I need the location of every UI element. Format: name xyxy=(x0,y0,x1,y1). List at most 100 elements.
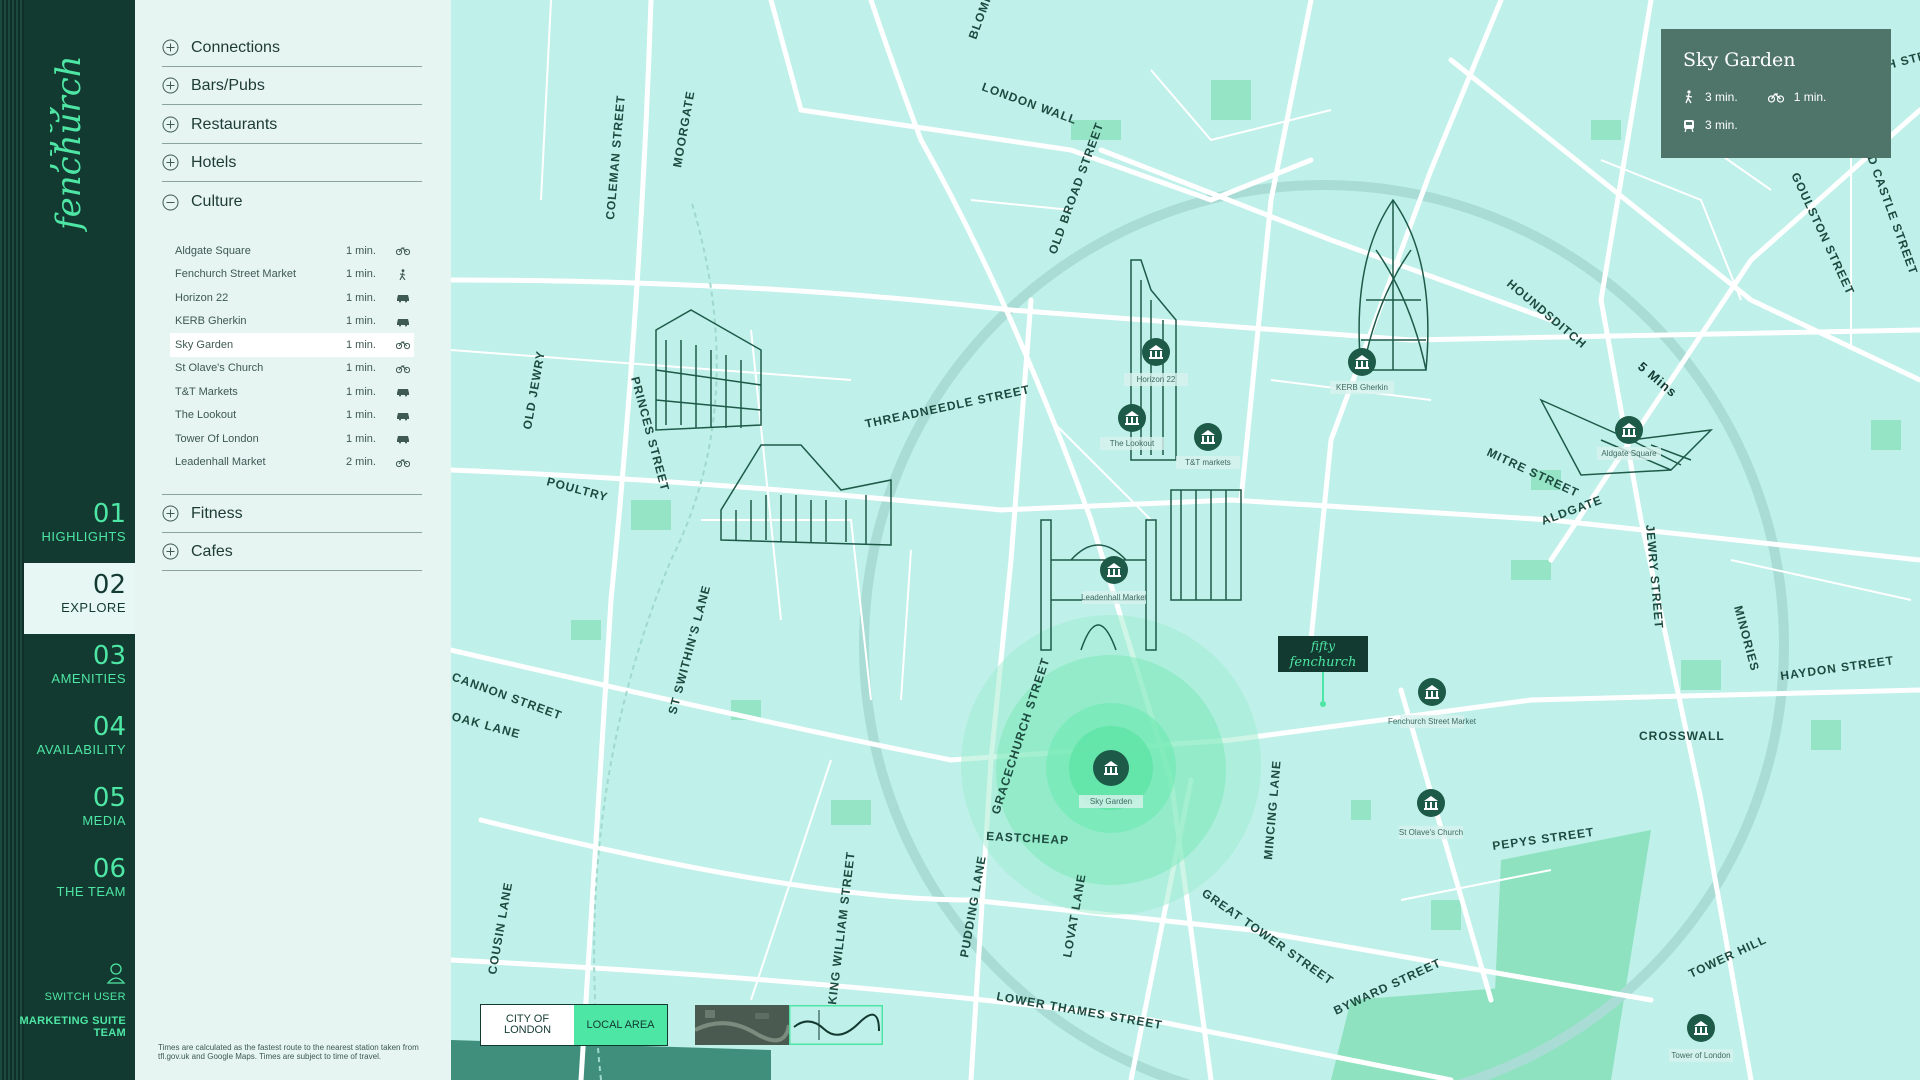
nav-item-label: AVAILABILITY xyxy=(36,742,126,757)
nav-item-media[interactable]: 05 MEDIA xyxy=(24,776,135,847)
train-icon xyxy=(1684,119,1694,132)
category-label: Fitness xyxy=(191,504,243,522)
category-hotels[interactable]: Hotels xyxy=(162,144,422,182)
culture-list-item[interactable]: Horizon 22 1 min. xyxy=(170,286,414,310)
category-cafes[interactable]: Cafes xyxy=(162,533,422,571)
nav-item-explore[interactable]: 02 EXPLORE xyxy=(24,563,135,634)
travel-time: 1 min. xyxy=(346,385,376,398)
travel-time: 1 min. xyxy=(346,268,376,281)
local-area-button[interactable]: LOCAL AREA xyxy=(574,1005,667,1045)
info-card-title: Sky Garden xyxy=(1683,49,1796,71)
car-icon xyxy=(397,412,409,421)
bike-icon xyxy=(396,341,410,350)
place-name: Horizon 22 xyxy=(175,291,229,304)
nav-list: 01 HIGHLIGHTS 02 EXPLORE 03 AMENITIES 04 AVAILA… xyxy=(24,492,135,918)
category-label: Bars/Pubs xyxy=(191,76,265,94)
culture-list-item[interactable]: KERB Gherkin 1 min. xyxy=(170,310,414,334)
category-restaurants[interactable]: Restaurants xyxy=(162,106,422,144)
collapse-icon xyxy=(162,194,179,210)
walk-icon xyxy=(1685,90,1693,104)
culture-list: Aldgate Square 1 min. Fenchurch Street Mar… xyxy=(170,239,414,474)
nav-item-label: THE TEAM xyxy=(56,884,126,899)
map-style-switcher xyxy=(695,1005,883,1045)
map-pin-label: T&T markets xyxy=(1185,458,1231,467)
city-of-london-button[interactable]: CITY OF LONDON xyxy=(481,1005,574,1045)
place-name: Tower Of London xyxy=(175,432,259,445)
map-pin-label: St Olave's Church xyxy=(1399,828,1463,837)
place-name: Fenchurch Street Market xyxy=(175,268,297,281)
expand-icon xyxy=(162,505,179,522)
travel-time: 1 min. xyxy=(346,432,376,445)
bike-icon xyxy=(396,365,410,373)
place-name: Sky Garden xyxy=(175,338,234,351)
culture-list-item[interactable]: T&T Markets 1 min. xyxy=(170,380,414,404)
expand-icon xyxy=(162,543,179,560)
nav-item-label: MEDIA xyxy=(82,813,126,828)
nav-item-number: 01 xyxy=(92,499,126,529)
map-pin-label: Tower of London xyxy=(1671,1051,1730,1060)
svg-text:fifty: fifty xyxy=(1310,639,1335,653)
nav-item-label: AMENITIES xyxy=(51,671,126,686)
nav-item-number: 06 xyxy=(92,854,126,884)
culture-list-item[interactable]: The Lookout 1 min. xyxy=(170,404,414,428)
map[interactable]: LONDON WALL BLOMFIELD COLEMAN STREET MOO… xyxy=(451,0,1920,1080)
nav-item-number: 05 xyxy=(92,783,126,813)
nav-item-label: EXPLORE xyxy=(61,600,126,615)
category-connections[interactable]: Connections xyxy=(162,29,422,67)
expand-icon xyxy=(162,116,179,133)
map-pin-label: Fenchurch Street Market xyxy=(1388,717,1477,726)
nav-item-availability[interactable]: 04 AVAILABILITY xyxy=(24,705,135,776)
bike-icon xyxy=(1767,93,1784,103)
nav-item-amenities[interactable]: 03 AMENITIES xyxy=(24,634,135,705)
culture-list-item[interactable]: Fenchurch Street Market 1 min. xyxy=(170,263,414,287)
culture-list-item[interactable]: Tower Of London 1 min. xyxy=(170,427,414,451)
nav-item-number: 03 xyxy=(92,641,126,671)
nav-item-highlights[interactable]: 01 HIGHLIGHTS xyxy=(24,492,135,563)
place-name: Leadenhall Market xyxy=(175,456,266,469)
street-label: CROSSWALL xyxy=(1639,729,1725,743)
car-icon xyxy=(397,436,409,444)
satellite-view-thumbnail[interactable] xyxy=(695,1005,789,1045)
category-label: Restaurants xyxy=(191,115,278,133)
category-culture[interactable]: Culture xyxy=(162,183,422,221)
team-label: MARKETING SUITE TEAM xyxy=(19,1015,126,1039)
expand-icon xyxy=(162,154,179,171)
info-card: Sky Garden 3 min. 1 min. 3 min. xyxy=(1661,29,1891,158)
map-scope-toggle: CITY OF LONDON LOCAL AREA xyxy=(480,1004,668,1046)
bike-icon xyxy=(396,459,410,467)
walk-time: 3 min. xyxy=(1705,90,1738,104)
divider xyxy=(162,494,422,495)
category-label: Cafes xyxy=(191,542,233,560)
category-label: Hotels xyxy=(191,153,237,171)
place-name: T&T Markets xyxy=(175,385,238,398)
svg-text:fenchurch: fenchurch xyxy=(1289,655,1357,670)
place-name: KERB Gherkin xyxy=(175,315,247,328)
footnote: Times are calculated as the fastest rout… xyxy=(158,1043,419,1061)
nav-item-label: HIGHLIGHTS xyxy=(41,529,126,544)
category-bars-pubs[interactable]: Bars/Pubs xyxy=(162,67,422,105)
nav-item-the-team[interactable]: 06 THE TEAM xyxy=(24,847,135,918)
place-name: St Olave's Church xyxy=(175,362,264,375)
culture-list-item[interactable]: Sky Garden 1 min. xyxy=(170,333,414,357)
expand-icon xyxy=(162,77,179,94)
culture-list-item[interactable]: Leadenhall Market 2 min. xyxy=(170,451,414,475)
map-pin-label: Sky Garden xyxy=(1090,797,1132,806)
fifty-fenchurch-logo: fenchurch fifty xyxy=(50,55,89,233)
map-view-thumbnail[interactable] xyxy=(789,1005,883,1045)
map-pin-label: KERB Gherkin xyxy=(1336,383,1388,392)
place-name: Aldgate Square xyxy=(175,244,251,257)
culture-list-item[interactable]: Aldgate Square 1 min. xyxy=(170,239,414,263)
travel-time: 1 min. xyxy=(346,409,376,422)
map-pin-label: Aldgate Square xyxy=(1601,449,1657,458)
car-icon xyxy=(397,295,409,303)
category-fitness[interactable]: Fitness xyxy=(162,495,422,533)
bike-time: 1 min. xyxy=(1793,90,1827,104)
map-canvas[interactable]: LONDON WALL BLOMFIELD COLEMAN STREET MOO… xyxy=(451,0,1920,1080)
svg-text:fifty: fifty xyxy=(50,101,61,173)
culture-list-item[interactable]: St Olave's Church 1 min. xyxy=(170,357,414,381)
nav-item-number: 04 xyxy=(92,712,126,742)
switch-user-button[interactable]: SWITCH USER MARKETING SUITE TEAM xyxy=(16,962,126,1039)
travel-time: 1 min. xyxy=(346,362,376,375)
map-pin-label: Leadenhall Market xyxy=(1081,593,1148,602)
map-pin-label: The Lookout xyxy=(1110,439,1155,448)
